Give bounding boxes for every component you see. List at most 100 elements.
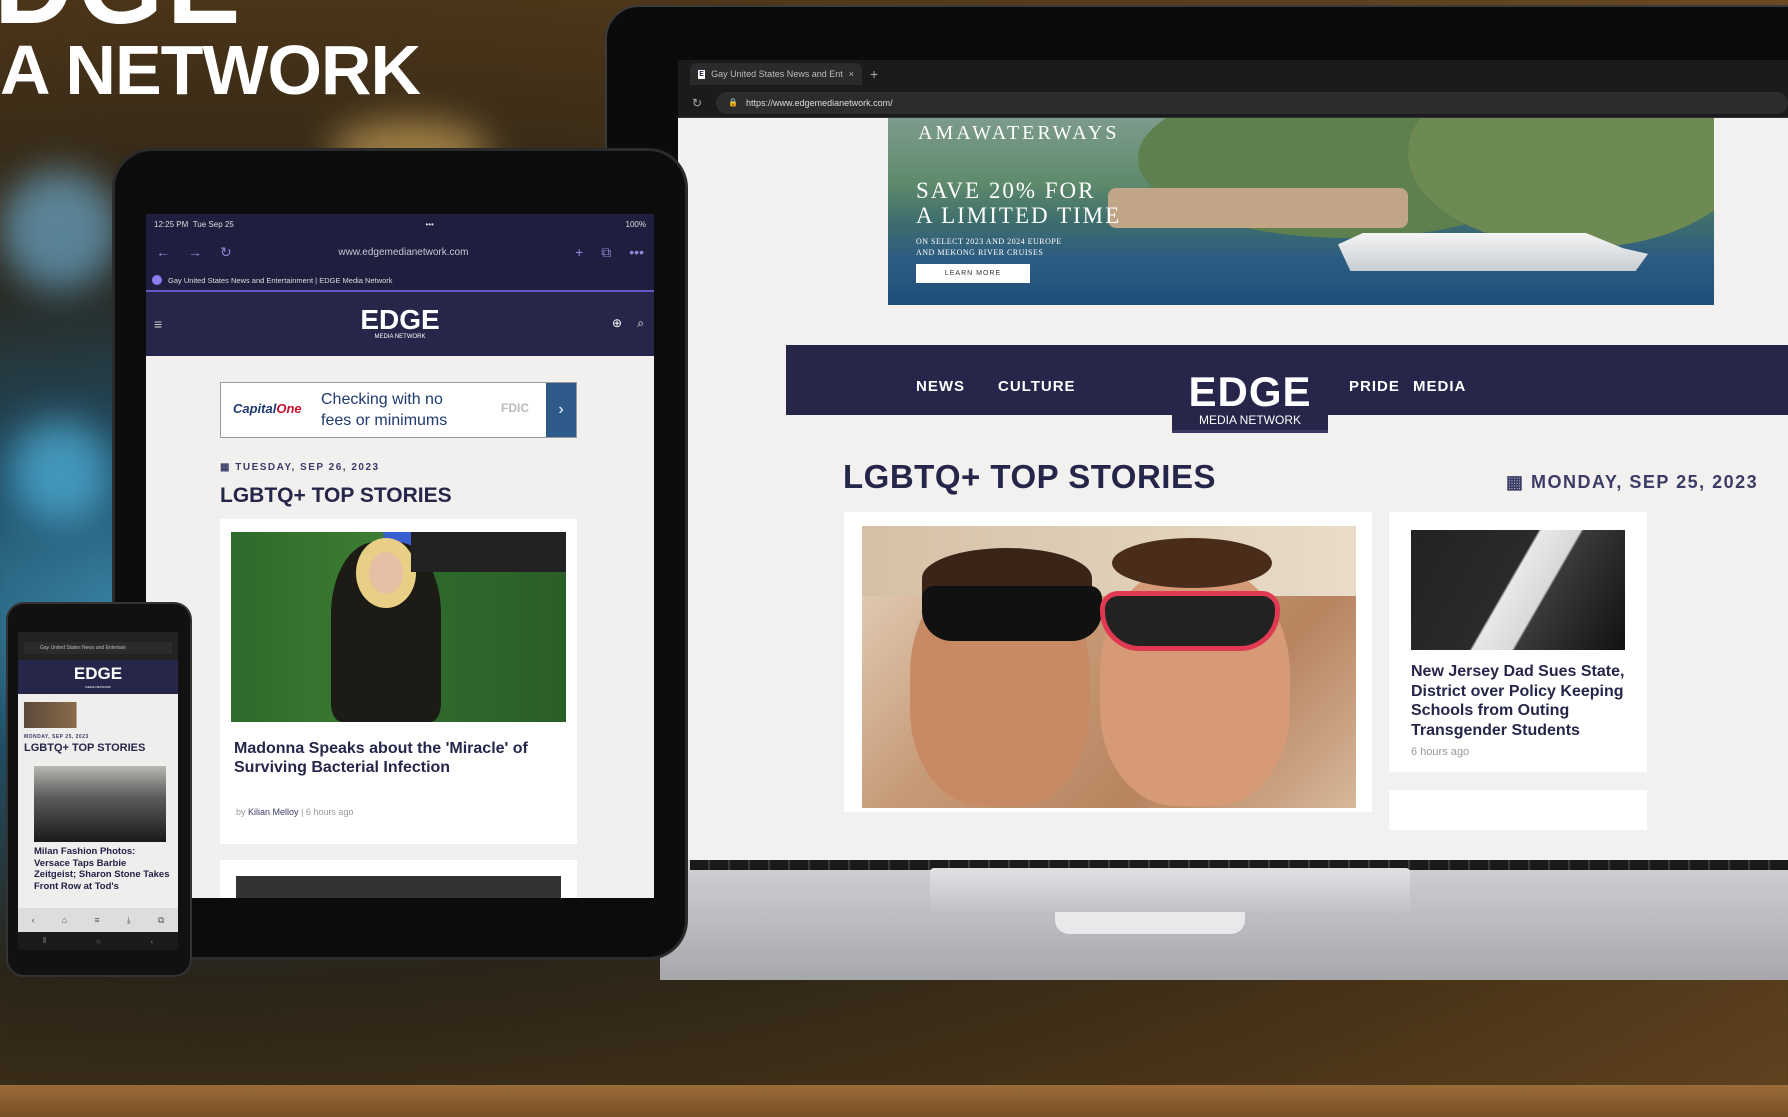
story-headline[interactable]: Madonna Speaks about the 'Miracle' of Su… [234,739,569,777]
brand-main: Capital [233,401,277,416]
ad-copy: Checking with no fees or minimums [321,389,447,431]
forward-icon[interactable]: → [188,244,202,260]
home-button-icon[interactable]: ○ [96,937,101,946]
globe-icon[interactable]: ⊕ [612,316,622,330]
lock-icon: 🔒 [728,98,739,107]
home-icon[interactable]: ⌂ [62,915,67,925]
address-url: https://www.edgemedianetwork.com/ [746,97,893,108]
tabs-icon[interactable]: ⧉ [158,915,164,926]
browser-tab-title: Gay United States News and Ent [711,69,843,79]
tablet-site-header: ≡ EDGE MEDIA NETWORK ⊕ ⌕ [146,292,654,356]
laptop-trackpad [930,868,1410,912]
ad-headline-line1: SAVE 20% FOR [916,178,1096,203]
calendar-icon: ▦ [1506,472,1525,492]
tablet-tab[interactable]: Gay United States News and Entertainment… [146,270,654,292]
ad-hill [1408,118,1714,248]
tablet-tab-title: Gay United States News and Entertainment… [168,275,393,285]
logo-subtext: MEDIA NETWORK [374,334,426,340]
byline-by: by [236,807,246,817]
reload-icon[interactable]: ↻ [220,244,232,261]
ad-arrow-icon[interactable]: › [546,383,576,437]
reload-icon[interactable]: ↻ [692,96,702,110]
multitask-dots[interactable]: ••• [425,220,433,229]
phone-system-nav: ⦀ ○ ‹ [18,932,178,950]
capital-one-ad[interactable]: CapitalOne Checking with no fees or mini… [220,382,577,438]
new-tab-icon[interactable]: + [870,66,878,82]
next-story-card[interactable] [220,860,577,898]
photo-face [369,552,403,594]
learn-more-button[interactable]: LEARN MORE [916,264,1030,283]
menu-icon[interactable]: ≡ [94,915,99,925]
edge-favicon-icon: E [698,69,706,79]
search-icon[interactable]: ⌕ [637,316,644,331]
amawaterways-ad[interactable]: AMAWATERWAYS SAVE 20% FOR A LIMITED TIME… [888,118,1714,305]
bokeh-light [0,170,120,290]
phone-address-bar[interactable]: Gay United States News and Entertain [24,642,172,654]
red-sunglasses [1100,591,1280,651]
desk-surface [0,1085,1788,1117]
logo-text[interactable]: EDGE [18,663,178,685]
nav-pride[interactable]: PRIDE [1349,378,1400,395]
back-icon[interactable]: ‹ [32,915,35,925]
recents-icon[interactable]: ⦀ [43,936,47,946]
brand-accent: One [276,401,302,416]
back-icon[interactable]: ← [156,244,170,260]
system-back-icon[interactable]: ‹ [150,937,153,946]
edge-logo[interactable]: EDGE MEDIA NETWORK [146,306,654,341]
tablet-status-bar: 12:25 PM Tue Sep 25 ••• 100% [146,214,654,234]
tab-favicon-icon [152,275,162,285]
nav-media[interactable]: MEDIA [1413,378,1466,395]
site-nav: NEWS CULTURE EDGE MEDIA NETWORK PRIDE ME… [786,345,1788,433]
battery-status: 100% [625,219,646,229]
photo-crowd [411,532,566,572]
author-link[interactable]: Kilian Melloy [248,807,299,817]
more-icon[interactable]: ••• [629,244,644,260]
section-title: LGBTQ+ TOP STORIES [24,742,146,754]
gavel-photo[interactable] [1411,530,1625,650]
phone-browser-nav: ‹ ⌂ ≡ ⤓ ⧉ [18,908,178,932]
nav-culture[interactable]: CULTURE [998,378,1076,395]
featured-photo[interactable] [862,526,1356,808]
browser-tabbar: E Gay United States News and Ent × + [678,60,1788,88]
next-story-card[interactable] [1389,790,1647,830]
ad-fine-line1: ON SELECT 2023 AND 2024 EUROPE [916,237,1062,246]
featured-story-card[interactable] [844,512,1372,812]
story-headline[interactable]: Milan Fashion Photos: Versace Taps Barbi… [34,846,170,892]
next-story-photo[interactable] [236,876,561,898]
ad-fineprint: ON SELECT 2023 AND 2024 EUROPE AND MEKON… [916,236,1062,258]
status-day: Tue Sep 25 [192,219,234,229]
bokeh-light [10,420,110,520]
edge-logo[interactable]: EDGE MEDIA NETWORK [1172,345,1328,433]
address-bar[interactable]: 🔒 https://www.edgemedianetwork.com/ [716,91,1788,114]
laptop-notch [1055,912,1245,934]
add-icon[interactable]: + [575,244,583,260]
madonna-photo[interactable] [231,532,566,722]
tablet-screen: 12:25 PM Tue Sep 25 ••• 100% ← → ↻ www.e… [146,214,654,898]
ad-brand: AMAWATERWAYS [918,122,1120,144]
calendar-icon: ▦ [220,462,236,473]
browser-tab[interactable]: E Gay United States News and Ent × [690,63,862,85]
phone-ad-banner[interactable] [24,702,172,728]
date-text: MONDAY, SEP 25, 2023 [1531,472,1759,492]
ad-line1: Checking with no [321,391,443,408]
date-text: MONDAY, SEP 25, 2023 [24,734,89,740]
side-story-meta: 6 hours ago [1411,746,1470,758]
story-photo[interactable] [34,766,166,842]
date-line: ▦ TUESDAY, SEP 26, 2023 [220,462,380,473]
download-icon[interactable]: ⤓ [127,915,131,926]
ad-headline-line2: A LIMITED TIME [916,203,1122,228]
featured-story-card[interactable]: Madonna Speaks about the 'Miracle' of Su… [220,519,577,844]
byline-time: | 6 hours ago [301,807,354,817]
tabs-icon[interactable]: ⧉ [601,244,611,261]
phone-screen: Gay United States News and Entertain EDG… [18,632,178,932]
side-story-headline[interactable]: New Jersey Dad Sues State, District over… [1411,662,1633,740]
close-tab-icon[interactable]: × [849,69,854,79]
ad-town [1108,188,1408,228]
nav-news[interactable]: NEWS [916,378,965,395]
story-byline: by Kilian Melloy | 6 hours ago [236,807,353,817]
side-story-card[interactable]: New Jersey Dad Sues State, District over… [1389,512,1647,772]
tablet-address-bar[interactable]: www.edgemedianetwork.com [250,247,557,258]
ad-headline: SAVE 20% FOR A LIMITED TIME [916,178,1121,228]
phone-site-header: EDGE MEDIA NETWORK [18,660,178,694]
brand-subtitle: A NETWORK [0,31,421,109]
